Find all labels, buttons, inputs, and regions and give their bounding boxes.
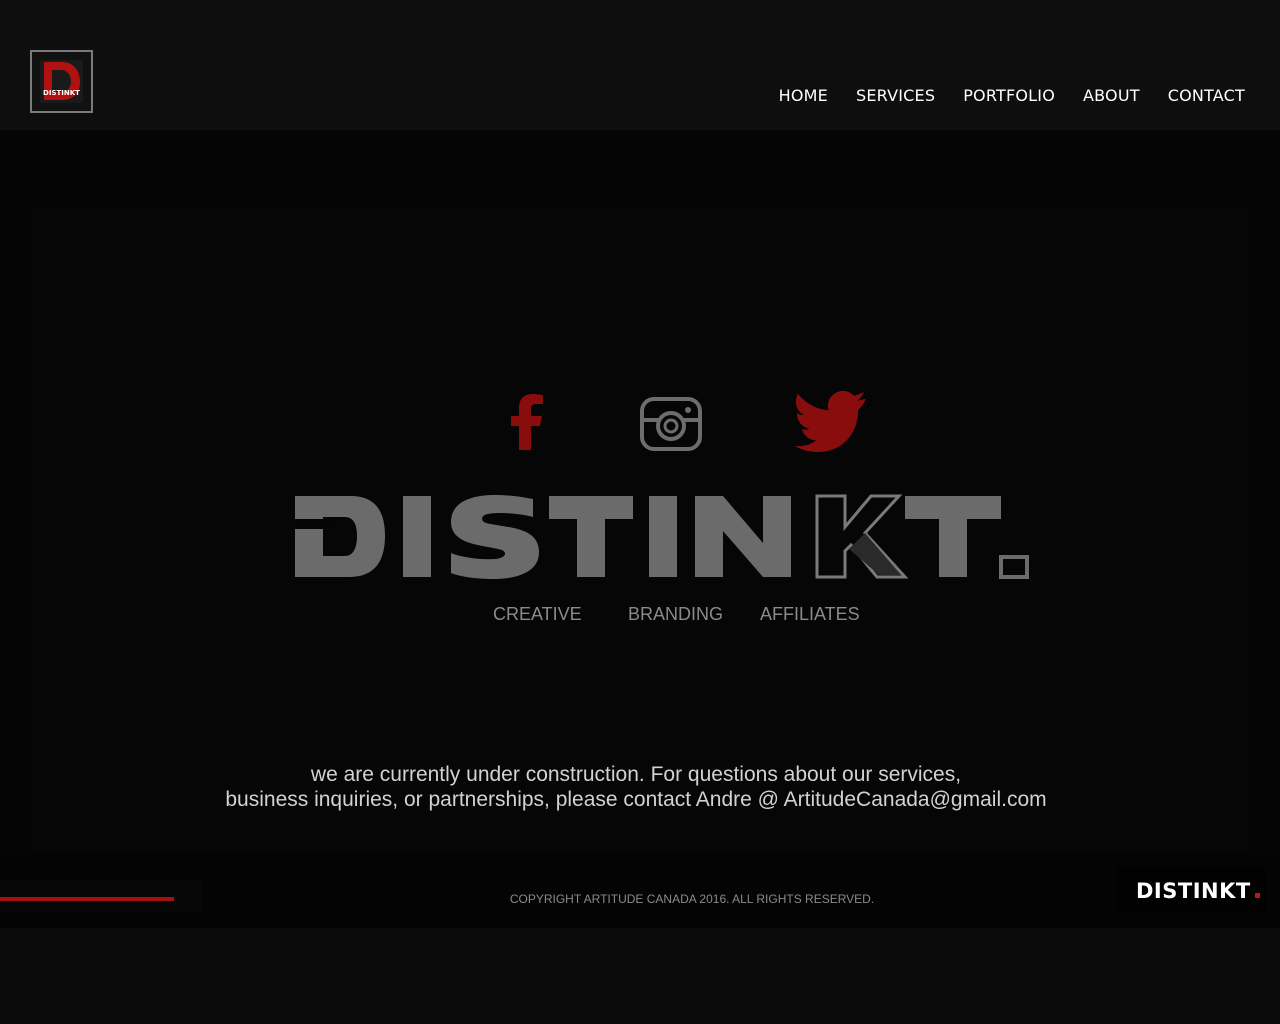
tagline-affiliates: AFFILIATES (760, 604, 860, 624)
tagline-branding: BRANDING (628, 604, 724, 624)
nav-services[interactable]: SERVICES (856, 86, 935, 105)
nav-home[interactable]: HOME (779, 86, 828, 105)
page-bottom (0, 928, 1280, 1024)
nav-portfolio[interactable]: PORTFOLIO (963, 86, 1055, 105)
content-placeholder (375, 625, 987, 737)
copyright-text: COPYRIGHT ARTITUDE CANADA 2016. ALL RIGH… (509, 892, 875, 906)
twitter-link[interactable] (790, 390, 870, 454)
svg-text:DISTINKT: DISTINKT (1136, 879, 1251, 903)
instagram-icon (640, 397, 702, 451)
twitter-icon (794, 390, 866, 452)
main-content (0, 130, 1280, 850)
site-header: DISTINKT HOME SERVICES PORTFOLIO ABOUT C… (0, 0, 1280, 130)
notice-line-2: business inquiries, or partnerships, ple… (225, 788, 1047, 811)
main-nav: HOME SERVICES PORTFOLIO ABOUT CONTACT (779, 86, 1245, 105)
svg-text:DISTINKT: DISTINKT (43, 89, 80, 97)
distinkt-wordmark (293, 493, 1033, 588)
construction-notice: we are currently under construction. For… (0, 762, 1272, 812)
nav-contact[interactable]: CONTACT (1168, 86, 1245, 105)
facebook-icon (511, 394, 543, 450)
site-logo[interactable]: DISTINKT (30, 50, 93, 113)
wordmark-graphic (295, 494, 1029, 579)
logo-d-icon: DISTINKT (40, 60, 83, 103)
notice-line-1: we are currently under construction. For… (310, 763, 962, 786)
footer-logo-graphic: DISTINKT (1136, 879, 1260, 903)
facebook-link[interactable] (503, 390, 549, 454)
footer-logo[interactable]: DISTINKT (1116, 866, 1266, 912)
tagline-creative: CREATIVE (493, 604, 582, 624)
nav-about[interactable]: ABOUT (1083, 86, 1140, 105)
instagram-link[interactable] (638, 390, 704, 454)
